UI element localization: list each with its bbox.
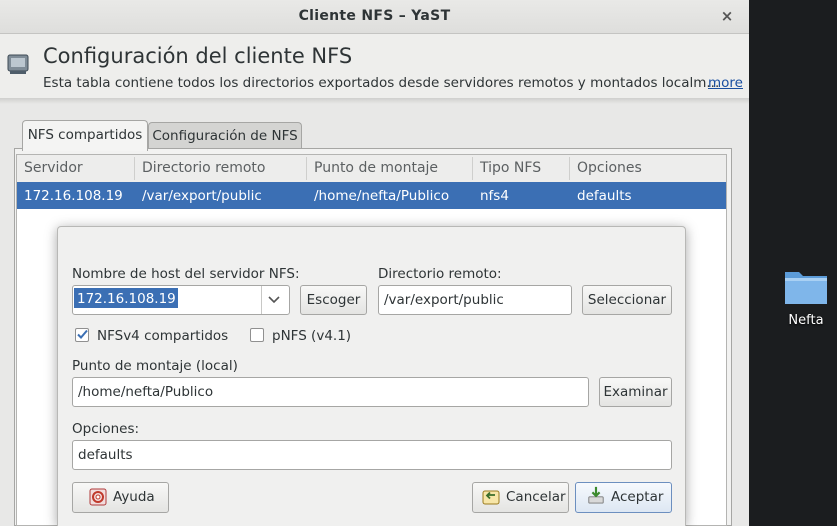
combo-divider — [261, 286, 262, 314]
column-divider — [306, 157, 307, 180]
close-icon[interactable]: × — [718, 7, 736, 25]
select-button[interactable]: Seleccionar — [582, 285, 672, 315]
cell-server: 172.16.108.19 — [24, 188, 123, 204]
column-mount-point[interactable]: Punto de montaje — [314, 160, 438, 176]
column-options[interactable]: Opciones — [577, 160, 642, 176]
pnfs-checkbox[interactable] — [250, 328, 264, 342]
cancel-arrow-icon — [482, 490, 500, 505]
page-title: Configuración del cliente NFS — [43, 44, 353, 68]
header-divider — [0, 98, 749, 104]
window-title: Cliente NFS – YaST — [298, 8, 451, 24]
mount-point-input[interactable]: /home/nefta/Publico — [72, 377, 589, 407]
pnfs-label[interactable]: pNFS (v4.1) — [272, 328, 351, 344]
server-label: Nombre de host del servidor NFS: — [72, 266, 300, 282]
cell-remote-dir: /var/export/public — [142, 188, 262, 204]
tab-nfs-settings[interactable]: Configuración de NFS — [148, 122, 302, 149]
column-divider — [134, 157, 135, 180]
checkmark-icon — [77, 329, 88, 339]
more-link[interactable]: more — [708, 75, 743, 91]
options-label: Opciones: — [72, 421, 140, 437]
column-nfs-type[interactable]: Tipo NFS — [480, 160, 541, 176]
cancel-button-label[interactable]: Cancelar — [506, 489, 566, 505]
column-divider — [569, 157, 570, 180]
nfs-drive-icon — [7, 54, 29, 74]
cell-mount-point: /home/nefta/Publico — [314, 188, 450, 204]
help-lifebuoy-icon — [89, 488, 107, 506]
cell-nfs-type: nfs4 — [480, 188, 509, 204]
mount-label: Punto de montaje (local) — [72, 358, 238, 374]
browse-button[interactable]: Examinar — [599, 377, 672, 407]
page-description: Esta tabla contiene todos los directorio… — [43, 75, 720, 91]
column-remote-dir[interactable]: Directorio remoto — [142, 160, 265, 176]
choose-button[interactable]: Escoger — [300, 285, 367, 315]
remote-dir-input[interactable]: /var/export/public — [378, 285, 572, 315]
yast-window: Cliente NFS – YaST × Configuración del c… — [0, 0, 749, 526]
help-button-label[interactable]: Ayuda — [113, 489, 155, 505]
accept-download-icon — [588, 486, 604, 504]
cell-options: defaults — [577, 188, 632, 204]
tab-nfs-shares[interactable]: NFS compartidos — [22, 120, 148, 151]
chevron-down-icon[interactable] — [267, 295, 281, 304]
remote-dir-label: Directorio remoto: — [378, 266, 502, 282]
accept-button-label[interactable]: Aceptar — [611, 489, 663, 505]
column-divider — [472, 157, 473, 180]
nfsv4-label[interactable]: NFSv4 compartidos — [97, 328, 228, 344]
options-input[interactable]: defaults — [72, 440, 672, 470]
server-value: 172.16.108.19 — [77, 291, 176, 307]
desktop-folder-label[interactable]: Nefta — [773, 313, 837, 328]
folder-icon[interactable] — [783, 266, 829, 306]
column-server[interactable]: Servidor — [24, 160, 83, 176]
desktop-background — [753, 0, 837, 526]
